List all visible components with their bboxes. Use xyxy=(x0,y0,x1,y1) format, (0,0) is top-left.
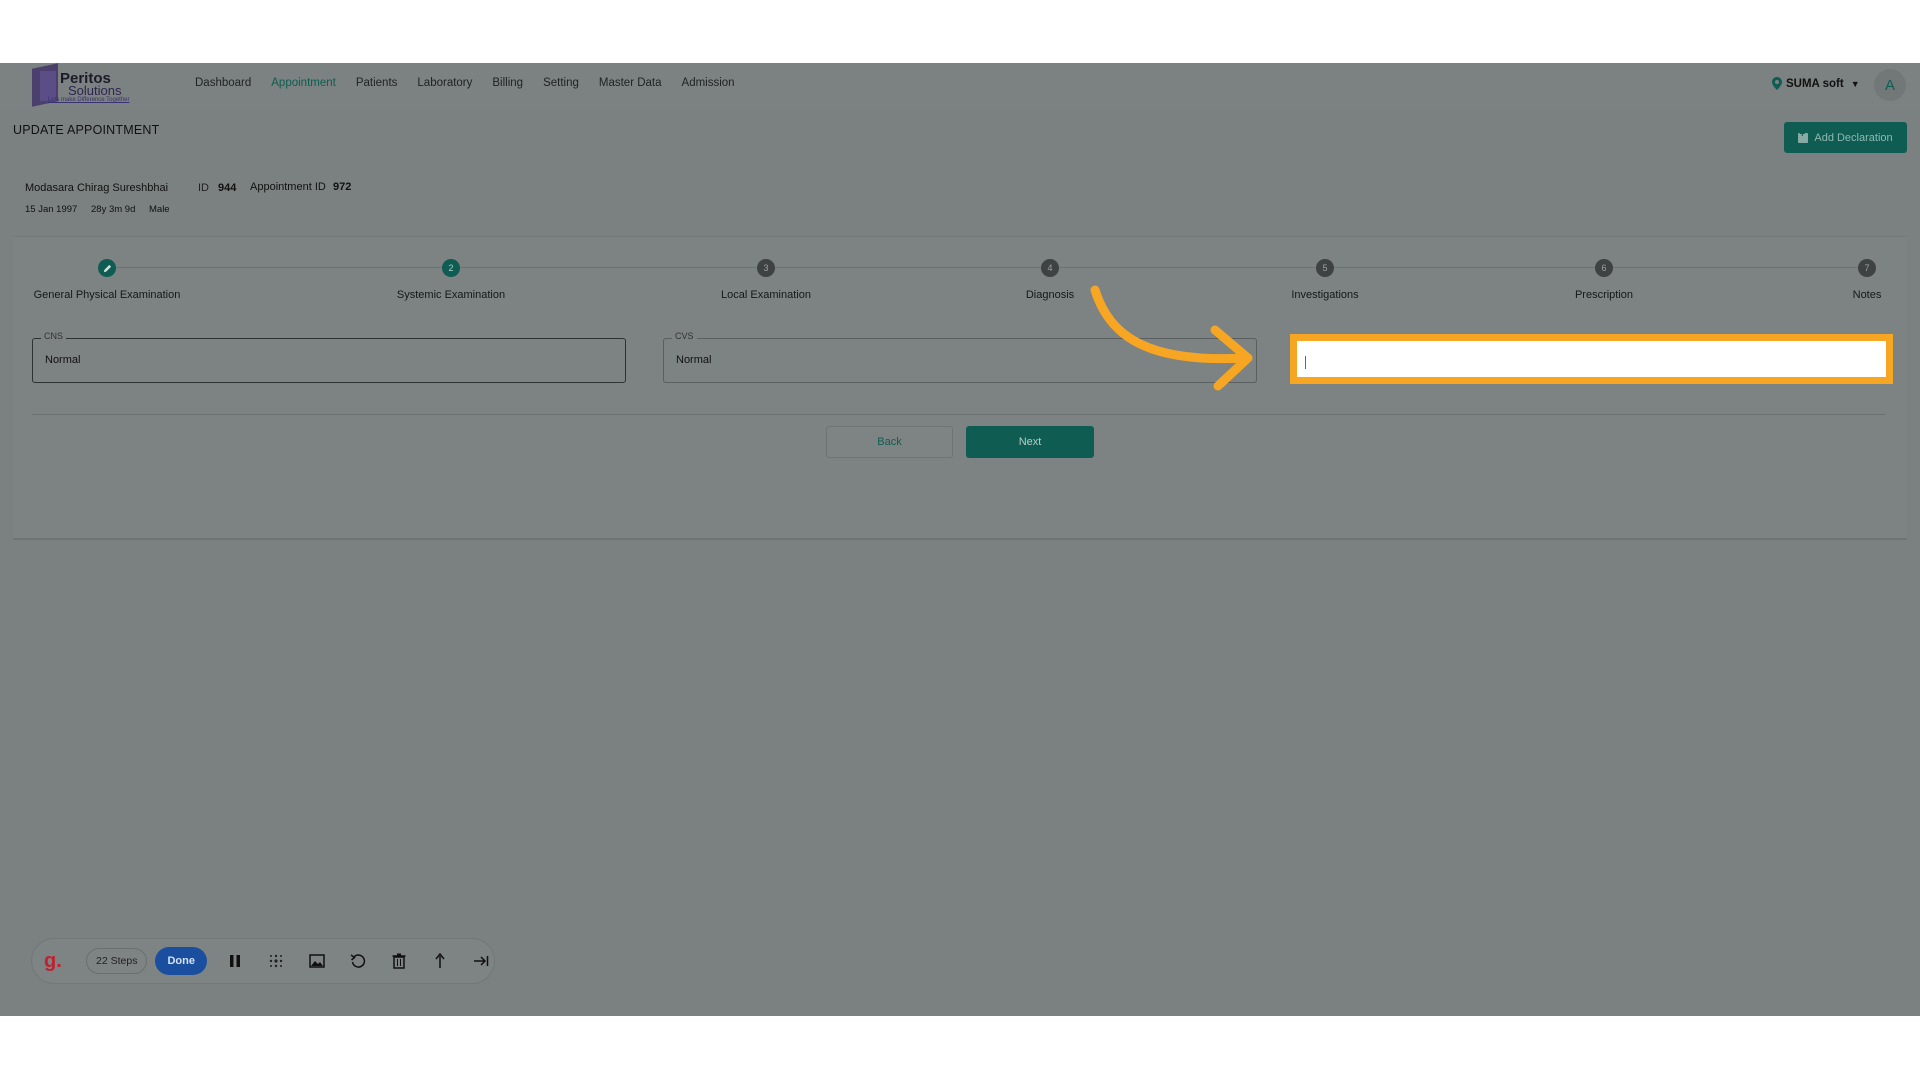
nav-setting[interactable]: Setting xyxy=(543,77,579,89)
patient-summary: Modasara Chirag Sureshbhai ID 944 Appoin… xyxy=(13,165,1907,237)
cns-value: Normal xyxy=(45,354,81,366)
undo-icon[interactable] xyxy=(345,948,371,974)
recorder-logo: g. xyxy=(44,949,62,972)
logo-tagline: Lets make Difference Together xyxy=(48,97,130,103)
company-logo[interactable]: Peritos Solutions Lets make Difference T… xyxy=(30,63,142,107)
location-pin-icon xyxy=(1772,77,1782,90)
back-button[interactable]: Back xyxy=(826,426,953,458)
chevron-down-icon: ▼ xyxy=(1850,78,1860,89)
step-number: 4 xyxy=(1041,259,1059,277)
tutorial-arrow-icon xyxy=(1090,285,1253,391)
page-title: UPDATE APPOINTMENT xyxy=(13,123,160,137)
patient-age: 28y 3m 9d xyxy=(91,204,136,215)
cns-label: CNS xyxy=(41,331,67,341)
patient-dob: 15 Jan 1997 xyxy=(25,204,78,215)
next-button[interactable]: Next xyxy=(966,426,1094,458)
highlighted-text-input[interactable] xyxy=(1290,334,1893,384)
trash-icon[interactable] xyxy=(386,948,412,974)
add-declaration-label: Add Declaration xyxy=(1814,131,1893,144)
add-box-icon xyxy=(1798,129,1809,143)
step-3[interactable]: 3 Local Examination xyxy=(666,243,866,301)
done-button[interactable]: Done xyxy=(155,947,207,975)
exam-stepper: General Physical Examination 2 Systemic Ex… xyxy=(13,243,1907,323)
steps-count-badge[interactable]: 22 Steps xyxy=(86,948,148,974)
step-6[interactable]: 6 Prescription xyxy=(1504,243,1704,301)
step-number: 3 xyxy=(757,259,775,277)
step-label: Prescription xyxy=(1574,289,1634,301)
step-label: Systemic Examination xyxy=(396,289,506,301)
form-divider xyxy=(32,414,1886,415)
image-icon[interactable] xyxy=(304,948,330,974)
patient-sex: Male xyxy=(149,204,170,215)
step-label: Local Examination xyxy=(721,289,811,301)
appointment-id-label: Appointment ID xyxy=(250,181,326,193)
user-avatar[interactable]: A xyxy=(1874,69,1906,101)
patient-id-label: ID xyxy=(198,182,209,194)
nav-appointment[interactable]: Appointment xyxy=(271,77,336,89)
step-number: 5 xyxy=(1316,259,1334,277)
step-1[interactable]: General Physical Examination xyxy=(7,243,207,301)
upload-icon[interactable] xyxy=(427,948,453,974)
nav-master-data[interactable]: Master Data xyxy=(599,77,662,89)
pencil-icon xyxy=(98,259,116,277)
cvs-label: CVS xyxy=(672,331,697,341)
text-cursor xyxy=(1305,356,1306,369)
recorder-toolbar: g. 22 Steps Done xyxy=(31,938,495,984)
patient-name: Modasara Chirag Sureshbhai xyxy=(25,182,169,194)
appointment-id-value: 972 xyxy=(333,181,352,193)
blur-icon[interactable] xyxy=(263,948,289,974)
cvs-value: Normal xyxy=(676,354,712,366)
step-number: 7 xyxy=(1858,259,1876,277)
step-number: 2 xyxy=(442,259,460,277)
app-frame: Peritos Solutions Lets make Difference T… xyxy=(0,63,1920,1016)
cns-field[interactable]: CNS Normal xyxy=(32,331,626,383)
logo-subtitle: Solutions xyxy=(68,83,122,98)
step-label: General Physical Examination xyxy=(33,289,181,301)
main-nav: Dashboard Appointment Patients Laborator… xyxy=(195,77,755,89)
nav-patients[interactable]: Patients xyxy=(356,77,398,89)
step-2[interactable]: 2 Systemic Examination xyxy=(351,243,551,301)
step-number: 6 xyxy=(1595,259,1613,277)
step-label: Notes xyxy=(1852,289,1882,301)
add-declaration-button[interactable]: Add Declaration xyxy=(1784,122,1907,153)
nav-dashboard[interactable]: Dashboard xyxy=(195,77,251,89)
nav-admission[interactable]: Admission xyxy=(682,77,735,89)
location-selector[interactable]: SUMA soft ▼ xyxy=(1772,77,1860,90)
skip-icon[interactable] xyxy=(468,948,494,974)
pause-icon[interactable] xyxy=(222,948,248,974)
nav-laboratory[interactable]: Laboratory xyxy=(417,77,472,89)
nav-billing[interactable]: Billing xyxy=(492,77,523,89)
location-name: SUMA soft xyxy=(1786,77,1844,90)
patient-id-value: 944 xyxy=(218,182,237,194)
step-7[interactable]: 7 Notes xyxy=(1767,243,1920,301)
top-navbar: Peritos Solutions Lets make Difference T… xyxy=(0,63,1920,111)
